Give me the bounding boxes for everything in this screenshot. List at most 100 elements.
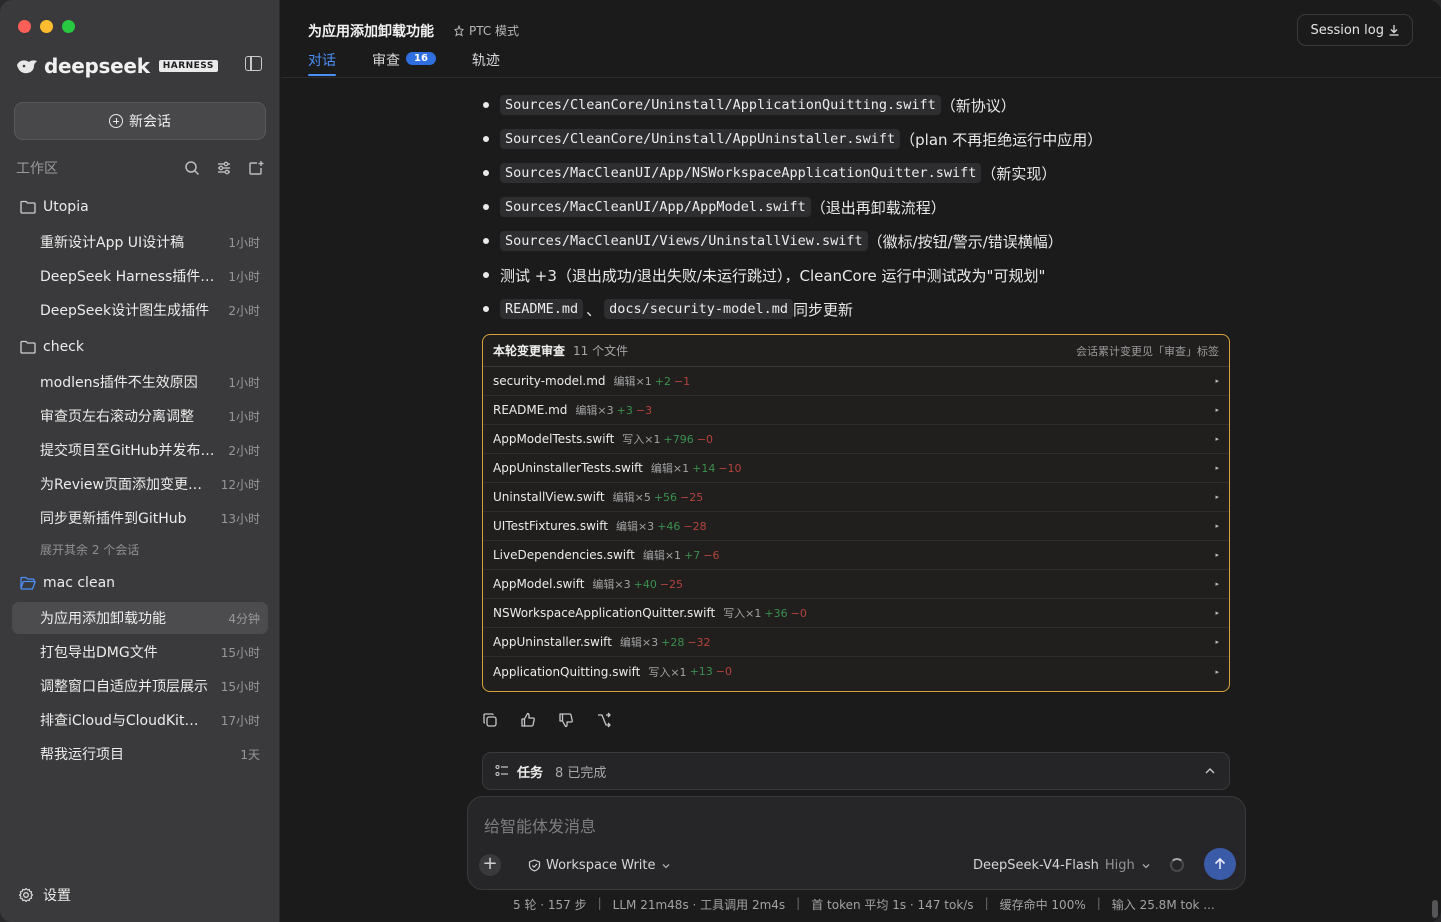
thumbs-down-icon[interactable] <box>558 712 574 728</box>
list-item-text: （新协议） <box>940 96 1016 115</box>
review-title: 本轮变更审查 <box>493 344 566 358</box>
conversation-item[interactable]: 提交项目至GitHub并发布0.... 2小时 <box>12 434 268 466</box>
conversation-item[interactable]: 为Review页面添加变更撤... 12小时 <box>12 468 268 500</box>
brand-badge: HARNESS <box>158 60 218 72</box>
conversation-item[interactable]: 重新设计App UI设计稿 1小时 <box>12 226 268 258</box>
tab-label: 审查 <box>372 53 400 69</box>
conversation-item[interactable]: 调整窗口自适应并顶层展示 15小时 <box>12 670 268 702</box>
conversation-label: DeepSeek设计图生成插件 <box>40 303 210 319</box>
mode-indicator[interactable]: PTC 模式 <box>453 22 519 39</box>
inline-code: README.md <box>500 299 584 319</box>
copy-icon[interactable] <box>482 712 498 728</box>
review-file-op: 编辑×1 <box>613 375 652 388</box>
review-file-row[interactable]: AppUninstaller.swift 编辑×3 +28 −32 ▸ <box>483 628 1229 657</box>
review-file-row[interactable]: AppUninstallerTests.swift 编辑×1 +14 −10 ▸ <box>483 454 1229 483</box>
minimize-window-button[interactable] <box>40 20 53 33</box>
review-file-op: 编辑×1 <box>642 549 682 562</box>
review-file-row[interactable]: LiveDependencies.swift 编辑×1 +7 −6 ▸ <box>483 541 1229 570</box>
conversation-item[interactable]: 帮我运行项目 1天 <box>12 738 268 770</box>
review-file-additions: +56 <box>653 490 678 504</box>
conversation-time: 12小时 <box>220 477 260 492</box>
tab-trace[interactable]: 轨迹 <box>472 50 500 76</box>
inline-code: Sources/CleanCore/Uninstall/AppUninstall… <box>500 129 901 149</box>
review-file-row[interactable]: AppModel.swift 编辑×3 +40 −25 ▸ <box>483 570 1229 599</box>
list-item-text: （新实现） <box>981 164 1057 183</box>
search-icon[interactable] <box>184 160 200 176</box>
review-file-deletions: −32 <box>687 635 711 649</box>
window-controls <box>18 20 75 33</box>
conversation-item[interactable]: DeepSeek设计图生成插件 2小时 <box>12 294 268 326</box>
conversation-item-active[interactable]: 为应用添加卸载功能 4分钟 <box>12 602 268 634</box>
message-input[interactable]: 给智能体发消息 <box>484 813 596 837</box>
conversation-time: 15小时 <box>220 679 260 694</box>
folder-open-icon <box>20 576 36 590</box>
conversation-item[interactable]: 同步更新插件到GitHub 13小时 <box>12 502 268 534</box>
settings-button[interactable]: 设置 <box>18 885 71 905</box>
session-log-label: Session log <box>1310 22 1384 38</box>
permission-selector[interactable]: Workspace Write <box>528 858 671 873</box>
folder-check[interactable]: check <box>20 337 84 357</box>
chevron-down-icon <box>662 863 669 868</box>
workspace-header: 工作区 <box>16 158 264 178</box>
folder-icon <box>20 340 36 354</box>
model-selector[interactable]: DeepSeek-V4-Flash High <box>973 858 1151 873</box>
expand-more-link[interactable]: 展开其余 2 个会话 <box>40 541 139 558</box>
review-file-row[interactable]: NSWorkspaceApplicationQuitter.swift 写入×1 +… <box>483 599 1229 628</box>
inline-code: Sources/MacCleanUI/App/AppModel.swift <box>500 197 811 217</box>
conversation-time: 1小时 <box>228 235 260 250</box>
session-log-button[interactable]: Session log <box>1297 14 1413 46</box>
conversation-time: 1小时 <box>228 375 260 390</box>
thumbs-up-icon[interactable] <box>520 712 536 728</box>
branch-icon[interactable] <box>596 712 612 728</box>
model-name: DeepSeek-V4-Flash <box>973 858 1099 873</box>
model-level: High <box>1104 858 1135 873</box>
review-file-op: 编辑×3 <box>575 404 614 417</box>
review-file-additions: +796 <box>663 432 694 446</box>
conversation-label: 提交项目至GitHub并发布0.... <box>40 443 219 459</box>
review-file-additions: +3 <box>616 403 633 417</box>
status-llm-time: LLM 21m48s · 工具调用 2m4s <box>612 898 786 912</box>
chevron-up-icon[interactable] <box>1203 764 1217 778</box>
conversation-label: 打包导出DMG文件 <box>40 645 158 661</box>
review-hint: 会话累计变更见「审查」标签 <box>1076 344 1219 358</box>
download-icon <box>1389 25 1399 36</box>
chevron-right-icon: ▸ <box>1215 551 1219 559</box>
top-bar: 为应用添加卸载功能 PTC 模式 对话 审查 16 轨迹 Session log <box>281 0 1441 78</box>
status-turns: 5 轮 · 157 步 <box>513 898 587 912</box>
page-title: 为应用添加卸载功能 <box>308 24 434 40</box>
review-file-row[interactable]: README.md 编辑×3 +3 −3 ▸ <box>483 396 1229 425</box>
tasks-panel[interactable]: 任务 8 已完成 <box>482 752 1230 790</box>
conversation-item[interactable]: DeepSeek Harness插件配... 1小时 <box>12 260 268 292</box>
attach-button[interactable]: + <box>479 854 501 876</box>
review-file-row[interactable]: AppModelTests.swift 写入×1 +796 −0 ▸ <box>483 425 1229 454</box>
settings-label: 设置 <box>43 888 71 904</box>
conversation-item[interactable]: 排查iCloud与CloudKit同步... 17小时 <box>12 704 268 736</box>
review-file-op: 编辑×5 <box>612 491 651 504</box>
review-file-deletions: −6 <box>703 548 720 562</box>
tab-chat[interactable]: 对话 <box>308 50 336 76</box>
conversation-item[interactable]: 审查页左右滚动分离调整 1小时 <box>12 400 268 432</box>
conversation-label: 帮我运行项目 <box>40 747 124 763</box>
sidebar-toggle-icon[interactable] <box>245 56 262 71</box>
review-file-row[interactable]: ApplicationQuitting.swift 写入×1 +13 −0 ▸ <box>483 657 1229 686</box>
new-chat-button[interactable]: 新会话 <box>14 102 266 140</box>
new-folder-icon[interactable] <box>248 160 264 176</box>
conversation-item[interactable]: modlens插件不生效原因 1小时 <box>12 366 268 398</box>
message-bullet-list: Sources/CleanCore/Uninstall/ApplicationQ… <box>482 88 1242 326</box>
folder-utopia[interactable]: Utopia <box>20 197 89 217</box>
filter-icon[interactable] <box>216 160 232 176</box>
conversation-item[interactable]: 打包导出DMG文件 15小时 <box>12 636 268 668</box>
tab-bar: 对话 审查 16 轨迹 <box>308 50 536 76</box>
folder-mac-clean[interactable]: mac clean <box>20 573 115 593</box>
review-file-op: 写入×1 <box>723 607 762 620</box>
message-composer: 给智能体发消息 + Workspace Write DeepSeek-V4-Fl… <box>467 796 1246 890</box>
review-file-row[interactable]: UninstallView.swift 编辑×5 +56 −25 ▸ <box>483 483 1229 512</box>
close-window-button[interactable] <box>18 20 31 33</box>
review-file-row[interactable]: security-model.md 编辑×1 +2 −1 ▸ <box>483 367 1229 396</box>
zoom-window-button[interactable] <box>62 20 75 33</box>
send-button[interactable] <box>1204 848 1236 880</box>
scrollbar-thumb[interactable] <box>1432 900 1438 918</box>
review-file-row[interactable]: UITestFixtures.swift 编辑×3 +46 −28 ▸ <box>483 512 1229 541</box>
tab-review[interactable]: 审查 16 <box>372 50 436 76</box>
workspace-title: 工作区 <box>16 161 58 177</box>
